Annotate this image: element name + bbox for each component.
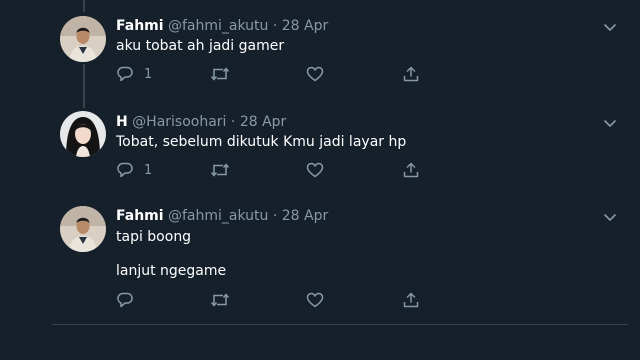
like-icon [306,162,324,178]
display-name[interactable]: Fahmi [116,208,164,224]
retweet-icon [210,163,230,177]
tweet-date[interactable]: 28 Apr [282,18,328,34]
retweet-icon [210,293,230,307]
tweet-actions: 1 [116,160,426,180]
share-button[interactable] [402,160,420,180]
like-button[interactable] [306,290,334,310]
like-icon [306,66,324,82]
retweet-button[interactable] [210,64,240,84]
tweet-header: Fahmi @fahmi_akutu · 28 Apr [116,206,328,226]
avatar[interactable] [60,111,106,157]
display-name[interactable]: H [116,114,128,130]
separator-dot: · [230,114,236,130]
chevron-down-icon[interactable] [602,209,618,225]
tweet-thread: Fahmi @fahmi_akutu · 28 Apr aku tobat ah… [52,0,628,360]
user-handle[interactable]: @Harisoohari [132,114,226,130]
chevron-down-icon[interactable] [602,19,618,35]
tweet-1[interactable]: Fahmi @fahmi_akutu · 28 Apr aku tobat ah… [52,0,628,104]
retweet-icon [210,67,230,81]
tweet-text: aku tobat ah jadi gamer [116,38,285,54]
share-button[interactable] [402,290,420,310]
tweet-header: H @Harisoohari · 28 Apr [116,112,286,132]
tweet-date[interactable]: 28 Apr [282,208,328,224]
left-gutter [0,0,52,360]
avatar-photo-icon [60,111,106,157]
avatar-photo-icon [60,206,106,252]
divider [52,324,628,325]
share-icon [403,66,419,82]
reply-button[interactable]: 1 [116,64,152,84]
separator-dot: · [272,18,278,34]
avatar[interactable] [60,16,106,62]
like-button[interactable] [306,160,334,180]
tweet-text-line-1: tapi boong [116,229,192,245]
avatar-photo-icon [60,16,106,62]
chevron-down-icon[interactable] [602,115,618,131]
tweet-actions: 1 [116,64,426,84]
reply-button[interactable]: 1 [116,160,152,180]
reply-icon [117,66,133,82]
share-icon [403,292,419,308]
reply-count: 1 [144,66,153,82]
share-icon [403,162,419,178]
avatar[interactable] [60,206,106,252]
thread-connector-top [83,0,85,12]
display-name[interactable]: Fahmi [116,18,164,34]
user-handle[interactable]: @fahmi_akutu [168,208,268,224]
tweet-2[interactable]: H @Harisoohari · 28 Apr Tobat, sebelum d… [52,96,628,192]
reply-icon [117,292,133,308]
reply-icon [117,162,133,178]
tweet-text: Tobat, sebelum dikutuk Kmu jadi layar hp [116,134,407,150]
retweet-button[interactable] [210,160,240,180]
like-button[interactable] [306,64,334,84]
user-handle[interactable]: @fahmi_akutu [168,18,268,34]
share-button[interactable] [402,64,420,84]
separator-dot: · [272,208,278,224]
reply-button[interactable] [116,290,144,310]
tweet-actions [116,290,426,310]
reply-count: 1 [144,162,153,178]
tweet-3[interactable]: Fahmi @fahmi_akutu · 28 Apr tapi boong l… [52,192,628,324]
tweet-header: Fahmi @fahmi_akutu · 28 Apr [116,16,328,36]
tweet-text-line-2: lanjut ngegame [116,263,227,279]
thread-connector-top [83,96,85,108]
like-icon [306,292,324,308]
tweet-date[interactable]: 28 Apr [240,114,286,130]
right-gutter [628,0,640,360]
retweet-button[interactable] [210,290,240,310]
